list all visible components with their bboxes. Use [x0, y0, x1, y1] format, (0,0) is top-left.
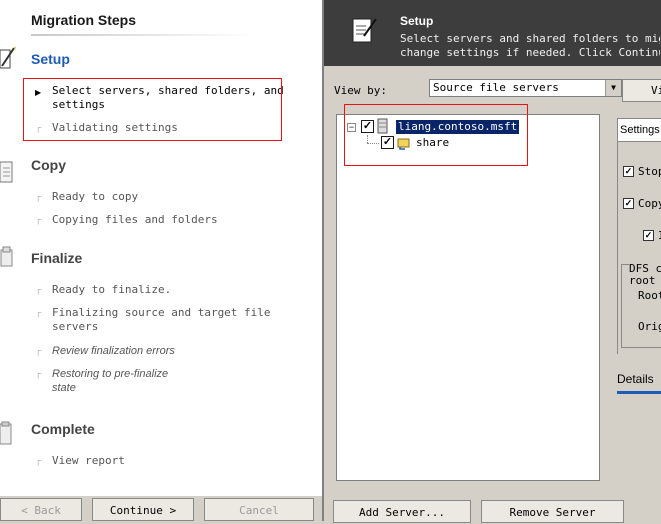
header-title: Setup [400, 14, 434, 28]
tab-details[interactable]: Details [617, 372, 654, 386]
setup-pencil-icon [352, 18, 377, 43]
header-description: Select servers and shared folders to mig… [400, 32, 660, 59]
continue-button[interactable]: Continue > [92, 498, 194, 521]
highlight-box-tree [344, 104, 528, 166]
details-divider [617, 391, 661, 394]
copy-document-icon [0, 161, 13, 183]
step-ready-to-copy: Ready to copy [52, 190, 139, 203]
dfs-root-label: root [629, 274, 656, 287]
tab-settings[interactable]: Settings [617, 118, 661, 142]
step-copying-files: Copying files and folders [52, 213, 218, 226]
back-button[interactable]: < Back [0, 498, 82, 521]
step-bullet-icon: ┌ [35, 214, 42, 224]
step-view-report: View report [52, 454, 125, 467]
stop-checkbox[interactable]: ✓ [623, 166, 634, 177]
highlight-box-steps [23, 78, 282, 141]
step-bullet-icon: ┌ [35, 191, 42, 201]
finalize-icon [0, 246, 13, 267]
stop-option-label: Stop [638, 165, 661, 178]
dropdown-arrow-icon[interactable]: ▼ [605, 80, 621, 96]
sub-option-checkbox[interactable]: ✓ [643, 230, 654, 241]
step-finalizing: Finalizing source and target file server… [52, 306, 271, 333]
step-restoring: Restoring to pre-finalize state [52, 368, 169, 394]
section-finalize: Finalize [31, 250, 83, 266]
section-complete: Complete [31, 421, 95, 437]
panel-title: Migration Steps [31, 12, 137, 28]
title-divider [31, 34, 256, 36]
setup-pencil-icon [0, 46, 16, 69]
section-setup: Setup [31, 51, 70, 67]
step-bullet-icon: ┌ [35, 284, 42, 294]
remove-server-button[interactable]: Remove Server [481, 500, 624, 523]
orig-label: Orig [638, 320, 661, 333]
server-tree[interactable]: − ✓ liang.contoso.msft ✓ share [336, 114, 600, 481]
setup-header: Setup Select servers and shared folders … [324, 0, 661, 66]
wizard-button-bar: < Back Continue > Cancel [0, 496, 322, 521]
step-review-errors: Review finalization errors [52, 345, 175, 357]
copy-checkbox[interactable]: ✓ [623, 198, 634, 209]
migration-steps-panel: Migration Steps Setup ▶ Select servers, … [0, 0, 322, 521]
section-copy: Copy [31, 157, 66, 173]
step-ready-to-finalize: Ready to finalize. [52, 283, 172, 296]
step-bullet-icon: ┌ [35, 345, 42, 355]
view-by-label: View by: [334, 84, 387, 97]
step-bullet-icon: ┌ [35, 307, 42, 317]
complete-report-icon [0, 421, 12, 445]
view-button[interactable]: Vi [622, 79, 661, 102]
step-bullet-icon: ┌ [35, 368, 42, 378]
view-by-dropdown[interactable]: Source file servers ▼ [429, 79, 622, 97]
cancel-button[interactable]: Cancel [204, 498, 314, 521]
add-server-button[interactable]: Add Server... [333, 500, 471, 523]
copy-option-label: Copy [638, 197, 661, 210]
root-label: Root [638, 289, 661, 302]
setup-content-panel: Setup Select servers and shared folders … [322, 0, 661, 523]
step-bullet-icon: ┌ [35, 455, 42, 465]
